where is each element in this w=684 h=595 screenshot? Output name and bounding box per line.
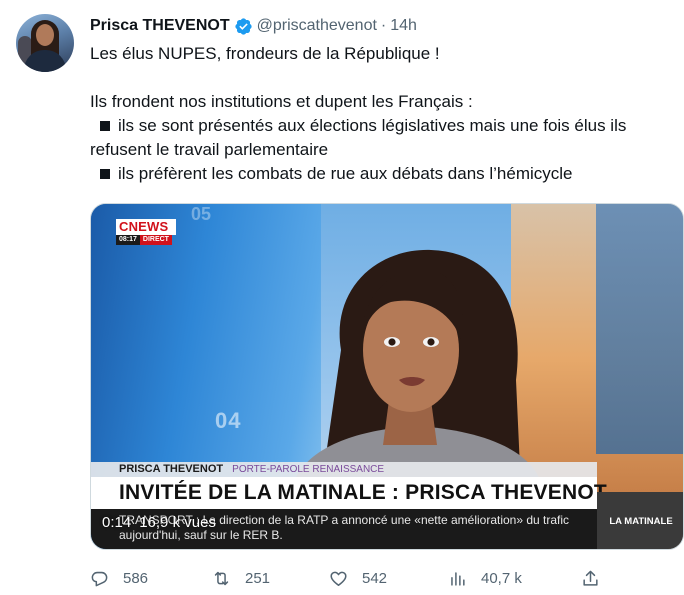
retweet-icon — [214, 571, 229, 585]
tweet-header: Prisca THEVENOT @priscathevenot · 14h — [90, 14, 417, 38]
views-button[interactable]: 40,7 k — [448, 566, 522, 590]
separator-dot: · — [380, 17, 387, 34]
video-info-overlay: 0:14 16,9 k vues — [102, 514, 216, 531]
live-badge: DIRECT — [139, 235, 172, 245]
tweet-line: Ils frondent nos institutions et dupent … — [90, 92, 473, 111]
tweet-line: refusent le travail parlementaire — [90, 140, 329, 159]
like-count: 542 — [362, 569, 388, 587]
author-name[interactable]: Prisca THEVENOT — [90, 17, 230, 35]
author-avatar[interactable] — [16, 14, 74, 72]
segment-title: INVITÉE DE LA MATINALE : PRISCA THEVENOT — [91, 477, 607, 509]
video-views: 16,9 k vues — [139, 514, 216, 531]
share-button[interactable] — [581, 566, 600, 590]
like-button[interactable]: 542 — [329, 566, 387, 590]
broadcast-clock: 08:17 — [116, 235, 140, 245]
reply-icon — [91, 571, 108, 586]
video-elapsed: 0:14 — [102, 514, 132, 531]
author-handle[interactable]: @priscathevenot — [257, 17, 377, 35]
guest-name: PRISCA THEVENOT — [119, 463, 224, 475]
bullet-square-icon — [100, 169, 110, 180]
views-count: 40,7 k — [481, 569, 522, 587]
tweet-line: Les élus NUPES, frondeurs de la Républiq… — [90, 44, 440, 63]
channel-logo: CNEWS 08:17 DIRECT — [116, 219, 176, 245]
verified-badge-icon[interactable] — [234, 17, 253, 36]
tweet-body: Les élus NUPES, frondeurs de la Républiq… — [90, 42, 670, 186]
retweet-count: 251 — [245, 569, 271, 587]
bullet-square-icon — [100, 121, 110, 132]
retweet-button[interactable]: 251 — [212, 566, 270, 590]
guest-name-bar: PRISCA THEVENOT PORTE-PAROLE RENAISSANCE — [91, 462, 597, 477]
reply-button[interactable]: 586 — [90, 566, 148, 590]
backdrop-number: 04 — [215, 408, 242, 433]
reply-count: 586 — [123, 569, 149, 587]
share-icon — [583, 570, 598, 586]
bullet-item: ils préfèrent les combats de rue aux déb… — [90, 162, 670, 186]
program-label: LA MATINALE — [597, 492, 683, 549]
video-player[interactable]: 05 04 CNEWS 08:17 DIRECT PRISCA THEVENOT… — [90, 203, 684, 550]
tweet-timestamp[interactable]: 14h — [390, 17, 417, 35]
tweet-actions-bar: 586 251 542 40,7 k — [90, 566, 610, 590]
speaker-figure — [291, 249, 543, 490]
backdrop-number: 05 — [191, 204, 212, 224]
bullet-item: ils se sont présentés aux élections légi… — [90, 114, 670, 138]
heart-icon — [330, 571, 347, 586]
guest-role: PORTE-PAROLE RENAISSANCE — [232, 464, 385, 475]
analytics-icon — [451, 571, 465, 586]
